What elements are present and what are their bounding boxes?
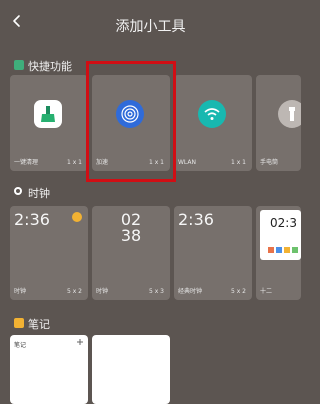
section-title-clock: 时钟 — [28, 187, 50, 200]
widget-name: 加速 — [96, 159, 109, 166]
widget-card-clock[interactable]: 2:36 时钟 5 x 2 — [10, 206, 88, 300]
clock-time: 2:36 — [14, 210, 50, 229]
widget-card-flashlight[interactable]: 手电筒 — [256, 75, 301, 171]
clock-time: 02:3 — [270, 216, 297, 230]
wifi-icon — [198, 100, 226, 128]
weather-icons — [268, 238, 298, 253]
widget-name: 经典时钟 — [178, 288, 203, 295]
widget-card-twelve[interactable]: 02:3 十二 — [256, 206, 301, 300]
widget-card-clean[interactable]: 一键清理 1 x 1 — [10, 75, 88, 171]
page-title: 添加小工具 — [115, 19, 186, 35]
widget-size: 5 x 2 — [67, 288, 82, 295]
preview-panel: 02:3 — [260, 210, 301, 260]
broom-clean-icon — [34, 100, 62, 128]
clock-minute: 38 — [120, 226, 142, 245]
widget-card-classic-clock[interactable]: 2:36 经典时钟 5 x 2 — [174, 206, 252, 300]
widget-size: 5 x 3 — [149, 288, 164, 295]
widget-name: 时钟 — [14, 288, 27, 295]
add-note-icon[interactable] — [76, 338, 84, 346]
widget-name: 一键清理 — [14, 159, 39, 166]
widget-name: 时钟 — [96, 288, 109, 295]
widget-size: 1 x 1 — [149, 159, 164, 166]
note-title: 笔记 — [14, 342, 27, 349]
widget-card-clock-stacked[interactable]: 02 38 时钟 5 x 3 — [92, 206, 170, 300]
sun-icon — [72, 212, 82, 222]
widget-name: 手电筒 — [260, 159, 279, 166]
clock-time: 2:36 — [178, 210, 214, 229]
widget-card-notes-alt[interactable] — [92, 335, 170, 404]
widget-card-notes[interactable]: 笔记 — [10, 335, 88, 404]
widget-card-speed[interactable]: 加速 1 x 1 — [92, 75, 170, 171]
widget-size: 5 x 2 — [231, 288, 246, 295]
notes-section-icon — [14, 318, 24, 328]
widget-name: WLAN — [178, 159, 197, 166]
widget-name: 十二 — [260, 288, 273, 295]
widget-size: 1 x 1 — [67, 159, 82, 166]
widget-card-wlan[interactable]: WLAN 1 x 1 — [174, 75, 252, 171]
widget-size: 1 x 1 — [231, 159, 246, 166]
fingerprint-icon — [116, 100, 144, 128]
clock-section-icon — [14, 187, 22, 195]
clock-stacked-time: 02 38 — [92, 212, 170, 244]
section-title-quick: 快捷功能 — [28, 60, 72, 73]
quick-functions-icon — [14, 60, 24, 70]
flashlight-icon — [278, 100, 301, 128]
section-title-notes: 笔记 — [28, 318, 50, 331]
